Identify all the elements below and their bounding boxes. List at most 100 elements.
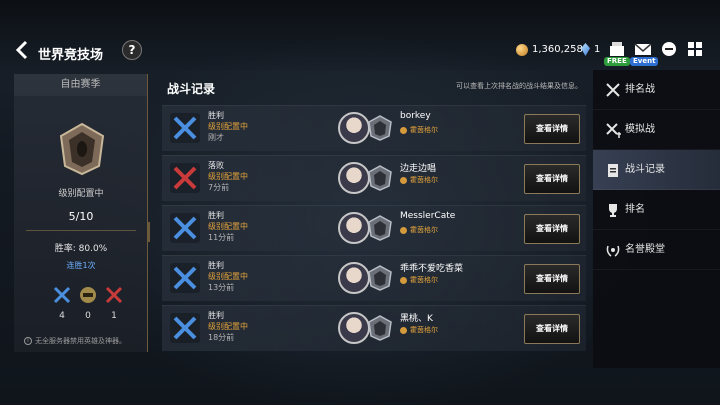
crossed-swords-icon xyxy=(606,83,620,97)
nav-label: 排名 xyxy=(625,204,645,215)
loss-count: 1 xyxy=(111,311,117,321)
time-label: 11分前 xyxy=(208,233,235,242)
opponent-avatar[interactable] xyxy=(338,262,370,294)
info-icon: i xyxy=(24,337,32,345)
time-label: 7分前 xyxy=(208,183,230,192)
opponent-avatar[interactable] xyxy=(338,112,370,144)
server-name: 霍茵格尔 xyxy=(410,226,438,234)
victory-swords-icon xyxy=(170,213,200,243)
opponent-avatar[interactable] xyxy=(338,212,370,244)
rank-config-label: 级别配置中 xyxy=(208,272,248,281)
nav-label: 战斗记录 xyxy=(625,164,665,175)
loss-stat: 1 xyxy=(104,286,124,321)
server-icon xyxy=(400,176,407,184)
opponent-avatar[interactable] xyxy=(338,312,370,344)
view-details-button[interactable]: 查看详情 xyxy=(524,264,580,294)
rank-config-label: 级别配置中 xyxy=(208,172,248,181)
nav-item-battle-records[interactable]: 战斗记录 xyxy=(593,150,720,190)
win-streak: 连胜1次 xyxy=(66,261,96,270)
battle-records-title: 战斗记录 xyxy=(167,82,216,96)
battle-record-row: 胜利 级别配置中 刚才 borkey 霍茵格尔 查看详情 xyxy=(162,105,586,151)
battle-record-row: 胜利 级别配置中 13分前 乖乖不爱吃香菜 霍茵格尔 查看详情 xyxy=(162,255,586,301)
gold-coin-icon xyxy=(516,44,528,56)
page-title: 世界竞技场 xyxy=(38,48,104,63)
time-label: 刚才 xyxy=(208,133,224,142)
back-arrow-icon[interactable] xyxy=(14,40,30,60)
opponent-rank-icon xyxy=(368,265,392,291)
shop-icon[interactable] xyxy=(608,40,626,58)
view-details-button[interactable]: 查看详情 xyxy=(524,114,580,144)
ban-note: i 无全服务器禁用英雄及神器。 xyxy=(24,336,126,346)
result-label: 落败 xyxy=(208,161,224,170)
view-details-button[interactable]: 查看详情 xyxy=(524,314,580,344)
view-details-button[interactable]: 查看详情 xyxy=(524,214,580,244)
crystal-amount: 1 xyxy=(594,44,601,55)
draw-count: 0 xyxy=(85,311,91,321)
top-bar: 世界竞技场 ? 1,360,258 1 FREE Event xyxy=(0,0,720,70)
opponent-name: 乖乖不爱吃香菜 xyxy=(400,264,464,274)
win-swords-icon xyxy=(53,286,71,304)
opponent-server: 霍茵格尔 xyxy=(400,325,438,335)
time-label: 18分前 xyxy=(208,333,235,342)
draw-stat: 0 xyxy=(78,286,98,321)
clipboard-icon xyxy=(608,164,618,177)
opponent-rank-icon xyxy=(368,165,392,191)
win-count: 4 xyxy=(59,311,65,321)
opponent-server: 霍茵格尔 xyxy=(400,125,438,135)
panel-bracket-decor xyxy=(148,222,158,242)
nav-label: 名誉殿堂 xyxy=(625,244,665,255)
opponent-name: 边走边唱 xyxy=(400,164,437,174)
battle-records-hint: 可以查看上次排名战的战斗结果及信息。 xyxy=(456,82,582,90)
rank-config-label: 级别配置中 xyxy=(208,322,248,331)
victory-swords-icon xyxy=(170,313,200,343)
nav-label: 排名战 xyxy=(625,84,655,95)
menu-grid-icon[interactable] xyxy=(686,40,704,58)
trophy-icon xyxy=(609,204,617,217)
result-label: 胜利 xyxy=(208,211,224,220)
result-label: 胜利 xyxy=(208,311,224,320)
mail-icon[interactable] xyxy=(634,40,652,58)
battle-record-row: 胜利 级别配置中 18分前 黑桃、K 霍茵格尔 查看详情 xyxy=(162,305,586,351)
server-icon xyxy=(400,276,407,284)
nav-item-hall-of-fame[interactable]: 名誉殿堂 xyxy=(593,230,720,270)
defeat-swords-icon xyxy=(170,163,200,193)
free-badge: FREE xyxy=(604,57,630,66)
draw-shield-icon xyxy=(80,287,96,303)
crossed-swords-plus-icon xyxy=(606,123,621,138)
event-badge: Event xyxy=(630,57,659,66)
server-name: 霍茵格尔 xyxy=(410,276,438,284)
server-icon xyxy=(400,326,407,334)
opponent-name: borkey xyxy=(400,111,431,121)
rank-emblem-icon xyxy=(59,122,105,176)
season-label: 自由赛季 xyxy=(14,74,147,96)
help-button[interactable]: ? xyxy=(122,40,142,60)
opponent-name: MesslerCate xyxy=(400,211,456,221)
view-details-button[interactable]: 查看详情 xyxy=(524,164,580,194)
loss-swords-icon xyxy=(105,286,123,304)
nav-item-practice[interactable]: 模拟战 xyxy=(593,110,720,150)
battle-record-row: 落败级别配置中 7分前 边走边唱霍茵格尔 查看详情 xyxy=(162,155,586,201)
opponent-avatar[interactable] xyxy=(338,162,370,194)
season-panel: 自由赛季 级别配置中 5/10 胜率: 80.0% 连胜1次 4 0 1 i 无全… xyxy=(14,74,148,352)
opponent-rank-icon xyxy=(368,215,392,241)
server-name: 霍茵格尔 xyxy=(410,176,438,184)
opponent-server: 霍茵格尔 xyxy=(400,225,438,235)
server-name: 霍茵格尔 xyxy=(410,326,438,334)
arena-nav: 排名战 模拟战 战斗记录 排名 名誉殿堂 xyxy=(593,70,720,368)
chat-icon[interactable] xyxy=(660,40,678,58)
victory-swords-icon xyxy=(170,113,200,143)
nav-label: 模拟战 xyxy=(625,124,655,135)
gold-amount: 1,360,258 xyxy=(532,44,583,55)
nav-item-ranking[interactable]: 排名 xyxy=(593,190,720,230)
rank-config-label: 级别配置中 xyxy=(208,222,248,231)
opponent-rank-icon xyxy=(368,315,392,341)
server-icon xyxy=(400,126,407,134)
opponent-server: 霍茵格尔 xyxy=(400,275,438,285)
rank-config-label: 级别配置中 xyxy=(208,122,248,131)
win-rate: 胜率: 80.0% xyxy=(54,244,108,254)
rank-progress: 5/10 xyxy=(68,210,94,223)
rank-name: 级别配置中 xyxy=(58,189,104,199)
opponent-server: 霍茵格尔 xyxy=(400,175,438,185)
time-label: 13分前 xyxy=(208,283,235,292)
nav-item-ranked[interactable]: 排名战 xyxy=(593,70,720,110)
